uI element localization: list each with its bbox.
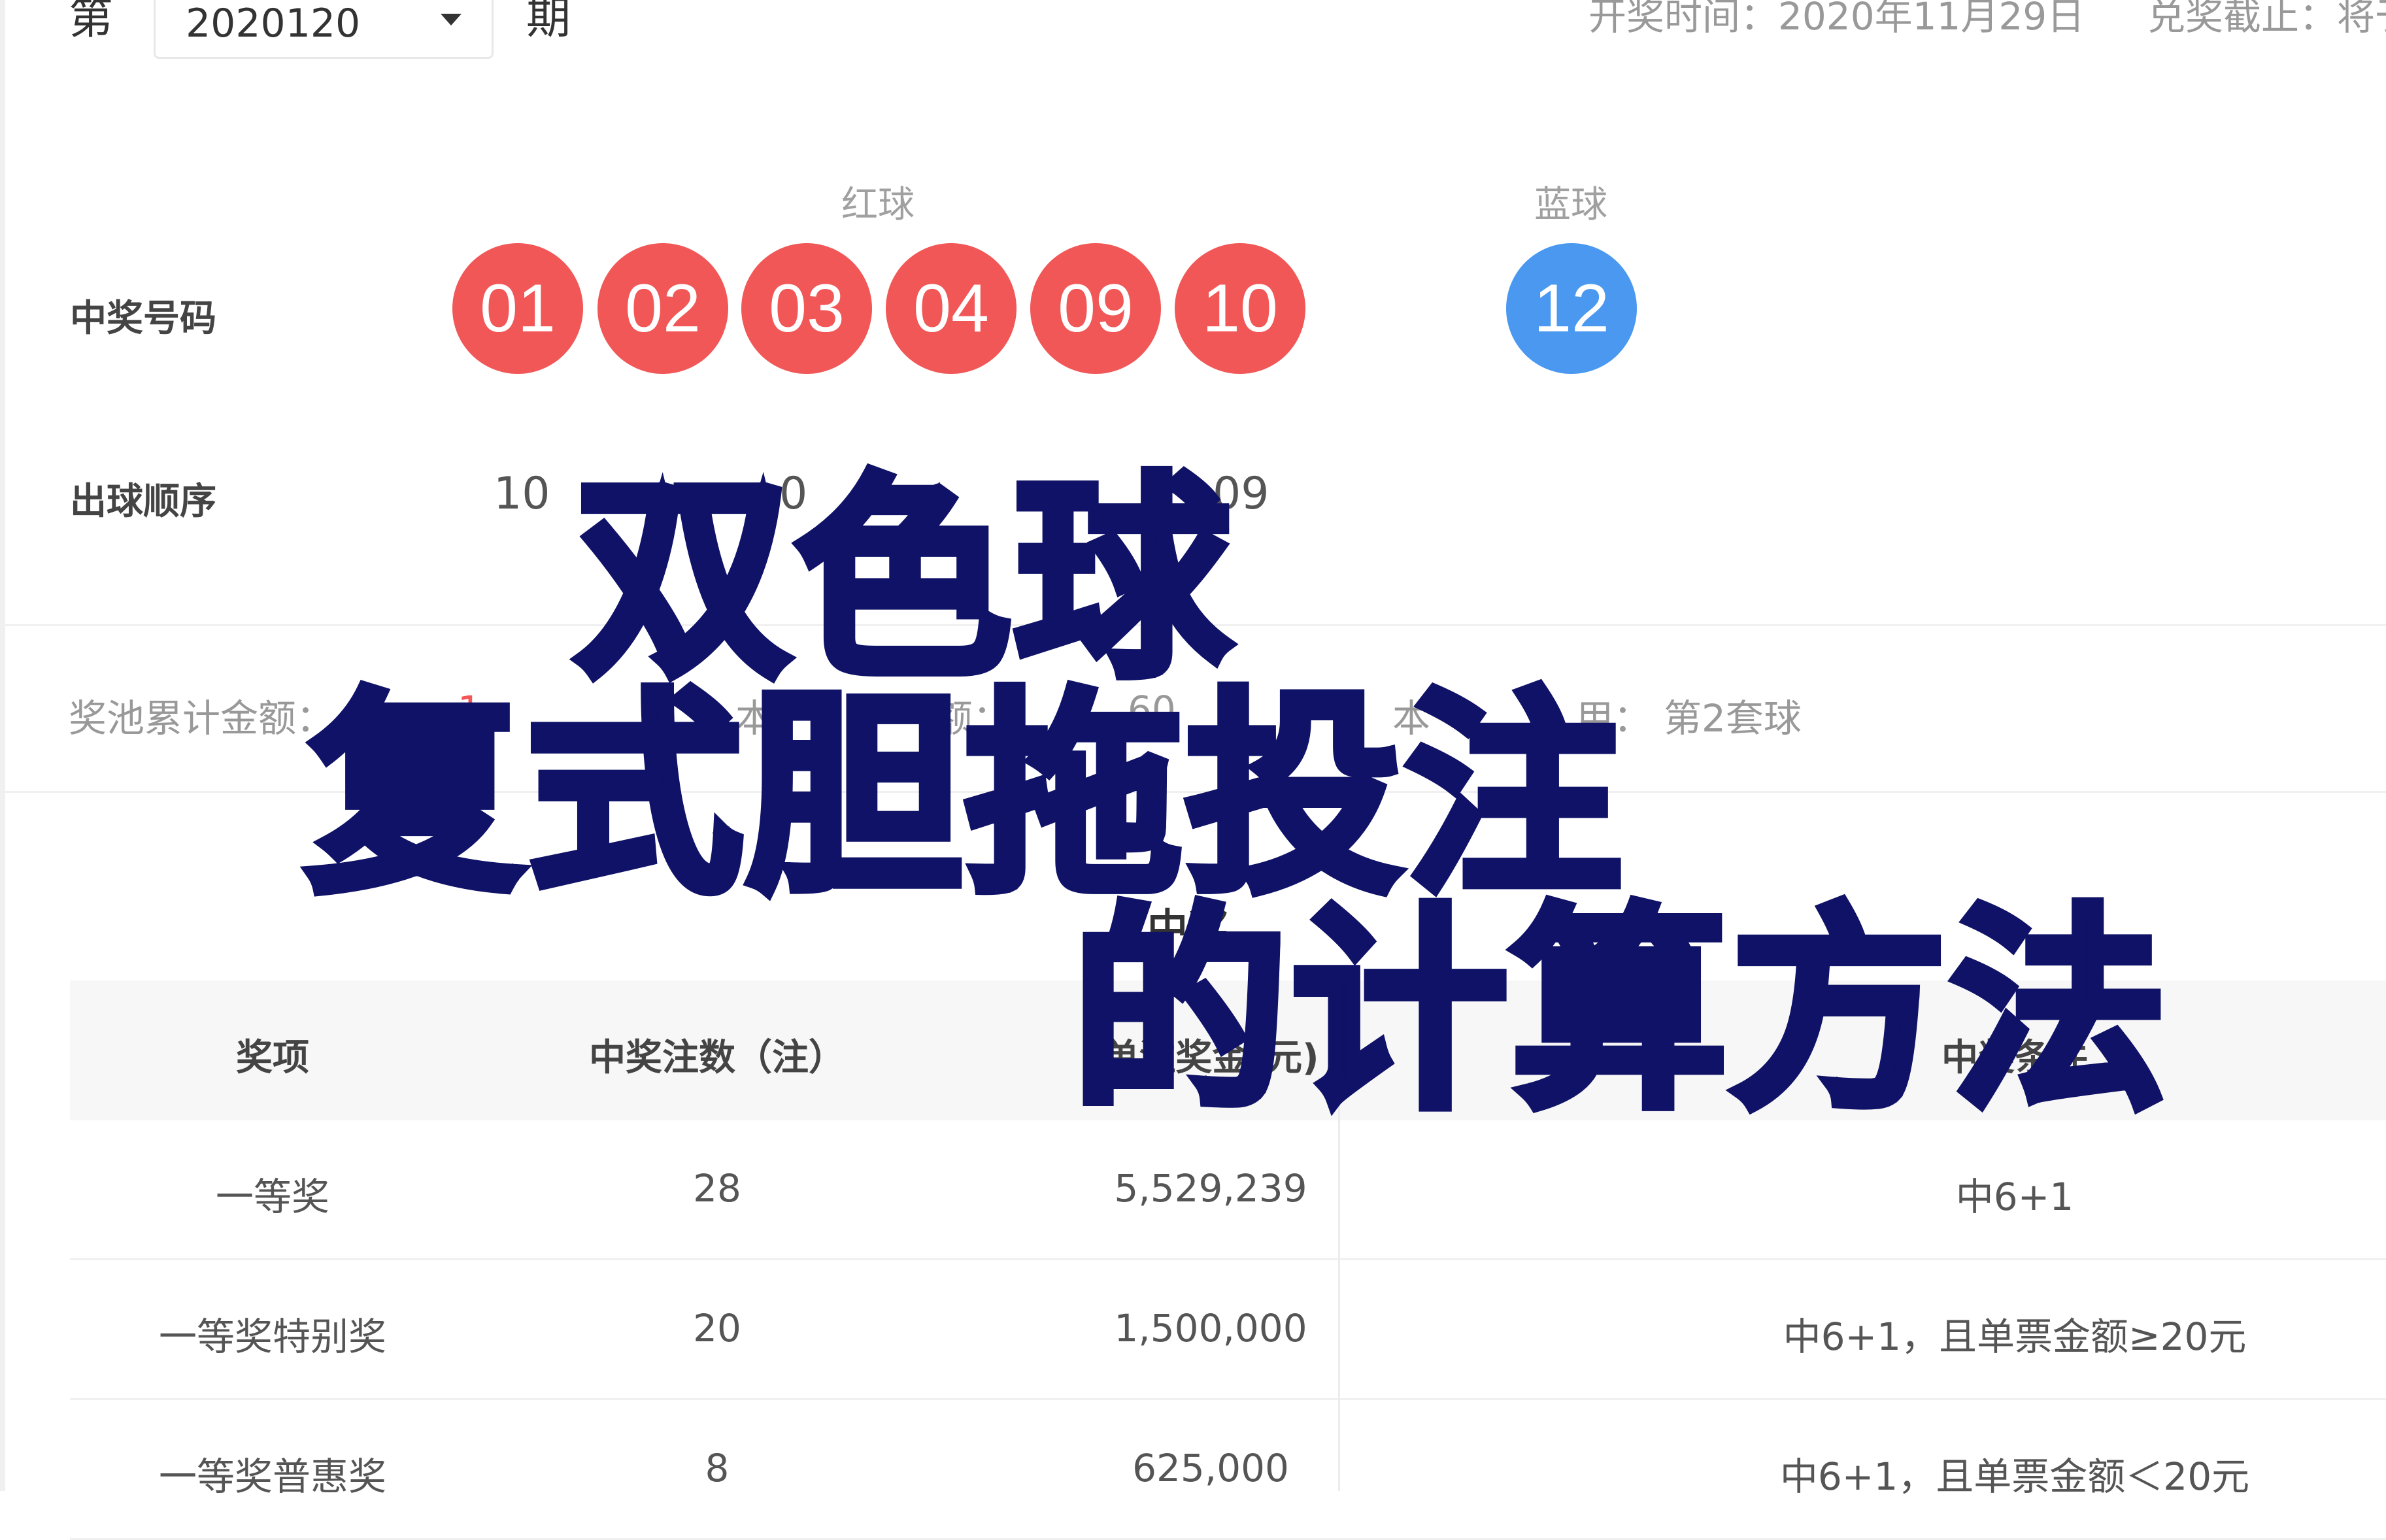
claim-deadline: 兑奖截止：将于 [2147, 0, 2386, 39]
winning-numbers-label: 中奖号码 [70, 297, 216, 340]
red-ball-label: 红球 [841, 184, 915, 226]
overlay-title-line3: 的计算方法 [1067, 882, 2171, 1142]
header-winner-count: 中奖注数（注） [589, 1037, 845, 1079]
cell-condition: 中6+1，且单票金额≥20元 [1783, 1314, 2247, 1359]
draw-time: 开奖时间：2020年11月29日 [1588, 0, 2085, 39]
cell-prize: 一等奖普惠奖 [158, 1454, 386, 1499]
issue-select[interactable]: 2020120 [154, 0, 494, 59]
header-prize: 奖项 [236, 1037, 309, 1079]
caret-down-icon [441, 14, 462, 25]
table-row: 一等奖特别奖 20 1,500,000 中6+1，且单票金额≥20元 [70, 1260, 2386, 1400]
blue-ball: 12 [1506, 243, 1637, 374]
cell-amount: 625,000 [1132, 1446, 1289, 1490]
cell-count: 28 [693, 1166, 741, 1211]
red-ball: 09 [1030, 243, 1161, 374]
red-ball: 02 [597, 243, 728, 374]
ball-set-value: 第2套球 [1664, 696, 1802, 741]
red-ball: 01 [452, 243, 583, 374]
left-edge [0, 0, 5, 1491]
issue-select-value: 2020120 [186, 1, 361, 46]
red-ball: 04 [886, 243, 1017, 374]
red-ball: 03 [741, 243, 872, 374]
draw-order-label: 出球顺序 [70, 480, 216, 523]
cell-amount: 1,500,000 [1114, 1306, 1307, 1350]
cell-count: 20 [693, 1306, 741, 1350]
pool-label: 奖池累计金额： [69, 696, 335, 741]
blue-ball-label: 蓝球 [1534, 184, 1607, 226]
cell-prize: 一等奖 [215, 1175, 329, 1219]
red-ball: 10 [1175, 243, 1305, 374]
cell-amount: 5,529,239 [1114, 1166, 1307, 1211]
table-row: 一等奖普惠奖 8 625,000 中6+1，且单票金额＜20元 [70, 1400, 2386, 1540]
cell-count: 8 [705, 1446, 730, 1490]
issue-bar: 第 2020120 期 开奖时间：2020年11月29日 兑奖截止：将于 [0, 0, 2386, 72]
issue-suffix: 期 [526, 0, 571, 44]
cell-condition: 中6+1 [1955, 1175, 2074, 1219]
cell-condition: 中6+1，且单票金额＜20元 [1779, 1454, 2250, 1499]
draw-order-number: 10 [494, 468, 550, 520]
cell-prize: 一等奖特别奖 [158, 1314, 386, 1359]
issue-prefix: 第 [69, 0, 114, 44]
